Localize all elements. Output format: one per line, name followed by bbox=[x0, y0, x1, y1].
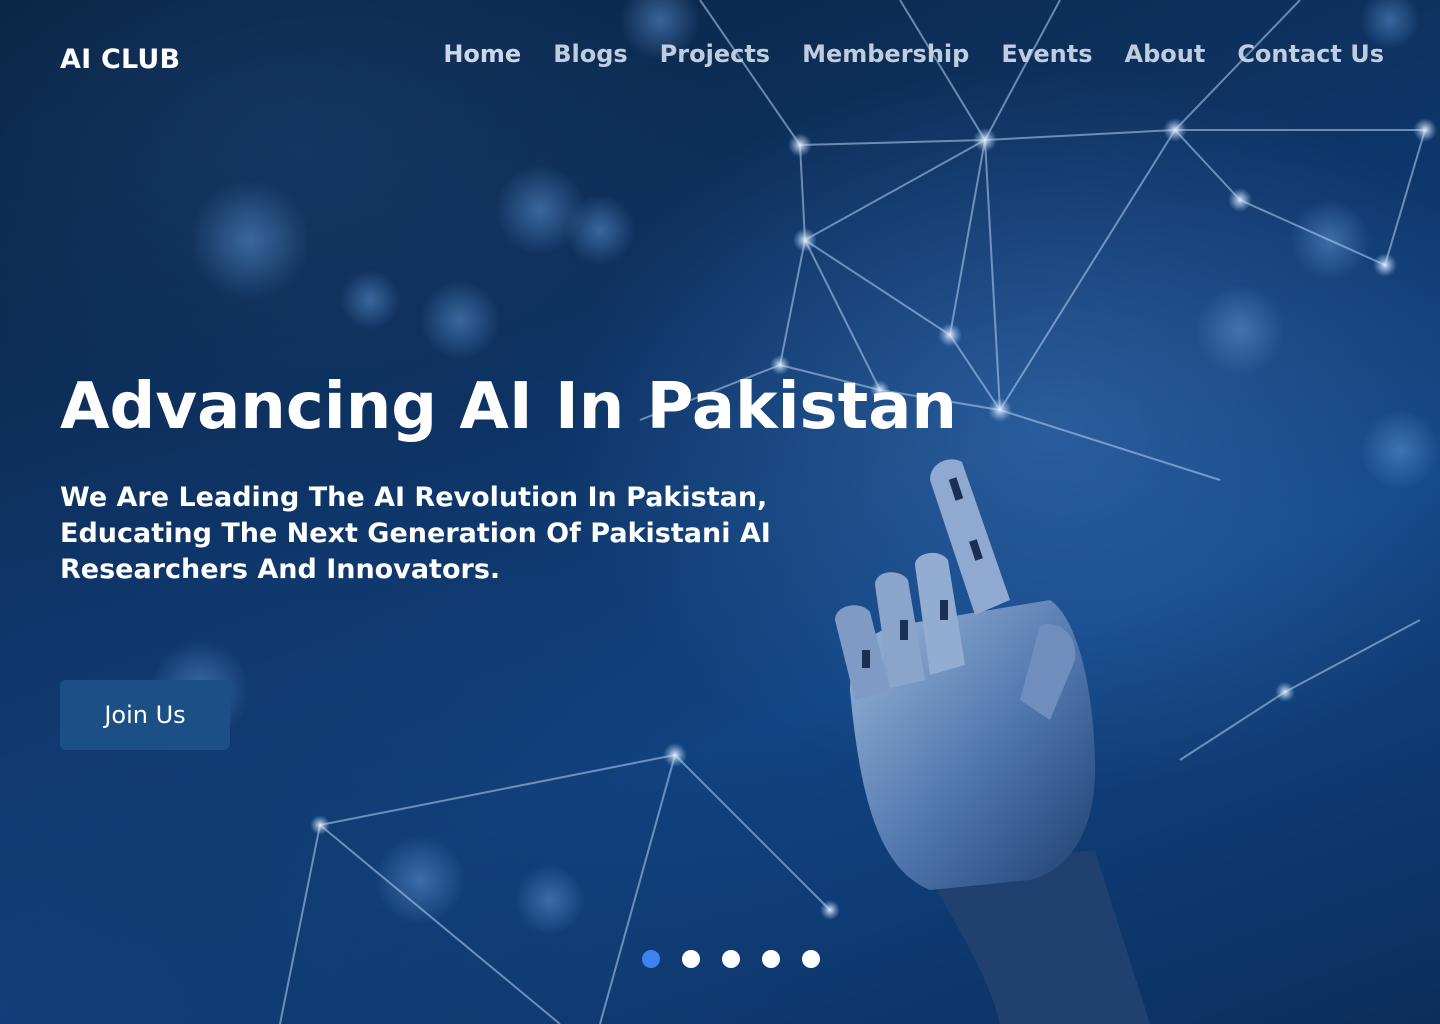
nav-item-membership[interactable]: Membership bbox=[802, 40, 969, 68]
carousel-dot-4[interactable] bbox=[762, 950, 780, 968]
hero-section: AI CLUB Home Blogs Projects Membership E… bbox=[0, 0, 1440, 1024]
hero-subheading: We Are Leading The AI Revolution In Paki… bbox=[60, 482, 771, 585]
join-us-button[interactable]: Join Us bbox=[60, 680, 230, 750]
nav-item-home[interactable]: Home bbox=[443, 40, 521, 68]
carousel-indicators bbox=[642, 950, 820, 968]
carousel-dot-3[interactable] bbox=[722, 950, 740, 968]
nav-item-events[interactable]: Events bbox=[1001, 40, 1092, 68]
nav-item-contact-us[interactable]: Contact Us bbox=[1237, 40, 1384, 68]
carousel-dot-5[interactable] bbox=[802, 950, 820, 968]
site-logo[interactable]: AI CLUB bbox=[60, 44, 180, 75]
nav-item-about[interactable]: About bbox=[1125, 40, 1206, 68]
nav-item-blogs[interactable]: Blogs bbox=[553, 40, 627, 68]
hero-headline: Advancing AI In Pakistan bbox=[60, 370, 957, 444]
main-nav: Home Blogs Projects Membership Events Ab… bbox=[411, 40, 1384, 68]
nav-item-projects[interactable]: Projects bbox=[660, 40, 770, 68]
carousel-dot-2[interactable] bbox=[682, 950, 700, 968]
carousel-dot-1[interactable] bbox=[642, 950, 660, 968]
